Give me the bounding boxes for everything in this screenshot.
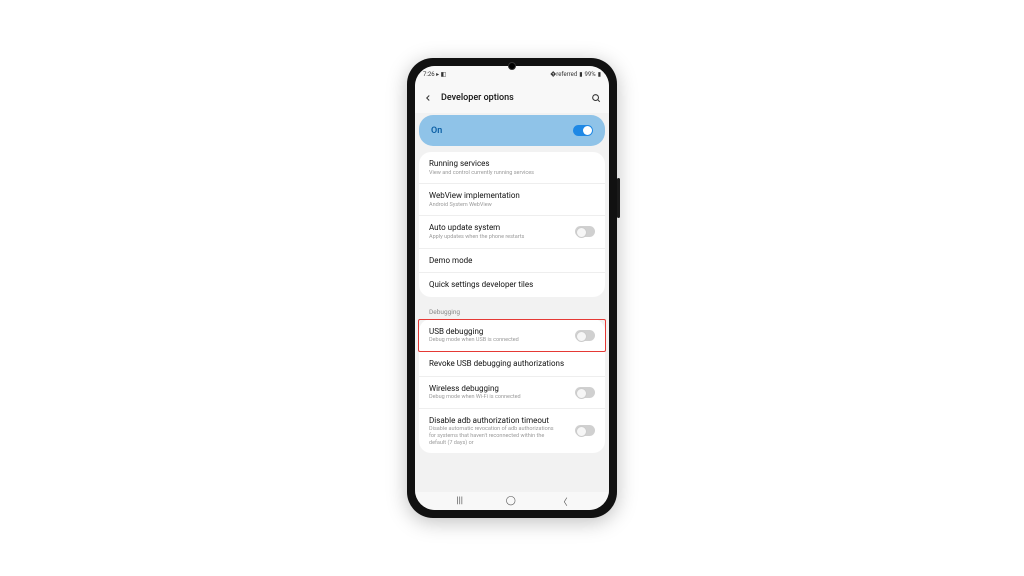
front-camera bbox=[508, 62, 516, 70]
master-toggle-switch[interactable] bbox=[573, 125, 593, 136]
adb-timeout-toggle[interactable] bbox=[575, 425, 595, 436]
settings-group-general: Running services View and control curren… bbox=[419, 152, 605, 297]
app-header: Developer options bbox=[415, 82, 609, 113]
row-title: Quick settings developer tiles bbox=[429, 280, 533, 290]
nav-home-icon[interactable]: ◯ bbox=[506, 496, 516, 506]
row-demo-mode[interactable]: Demo mode bbox=[419, 249, 605, 274]
row-running-services[interactable]: Running services View and control curren… bbox=[419, 152, 605, 184]
row-title: Wireless debugging bbox=[429, 384, 521, 394]
battery-icon: ▮ bbox=[598, 71, 601, 78]
row-revoke-usb[interactable]: Revoke USB debugging authorizations bbox=[419, 352, 605, 377]
section-header-debugging: Debugging bbox=[419, 303, 605, 319]
nav-recents-icon[interactable]: ||| bbox=[456, 496, 463, 506]
row-title: USB debugging bbox=[429, 327, 519, 337]
settings-group-debugging: USB debugging Debug mode when USB is con… bbox=[419, 319, 605, 453]
row-auto-update[interactable]: Auto update system Apply updates when th… bbox=[419, 216, 605, 248]
auto-update-toggle[interactable] bbox=[575, 226, 595, 237]
wireless-debugging-toggle[interactable] bbox=[575, 387, 595, 398]
phone-frame: 7:26 ▸ ◧ �referred ▮ 99% ▮ Developer opt… bbox=[407, 58, 617, 518]
back-icon[interactable] bbox=[423, 88, 433, 107]
master-toggle-label: On bbox=[431, 126, 442, 136]
settings-list[interactable]: Running services View and control curren… bbox=[415, 152, 609, 492]
row-sub: Apply updates when the phone restarts bbox=[429, 234, 524, 241]
row-sub: Debug mode when USB is connected bbox=[429, 337, 519, 344]
row-title: Disable adb authorization timeout bbox=[429, 416, 559, 426]
row-title: Demo mode bbox=[429, 256, 472, 266]
nav-back-icon[interactable]: 〈 bbox=[559, 495, 568, 508]
status-right: �referred ▮ 99% ▮ bbox=[550, 71, 601, 78]
status-icons-left: ▸ ◧ bbox=[436, 71, 446, 78]
row-disable-adb-timeout[interactable]: Disable adb authorization timeout Disabl… bbox=[419, 409, 605, 453]
row-title: Revoke USB debugging authorizations bbox=[429, 359, 564, 369]
row-sub: Disable automatic revocation of adb auth… bbox=[429, 426, 559, 446]
search-icon[interactable] bbox=[591, 88, 601, 107]
row-quick-settings-tiles[interactable]: Quick settings developer tiles bbox=[419, 273, 605, 297]
usb-debugging-toggle[interactable] bbox=[575, 330, 595, 341]
navigation-bar: ||| ◯ 〈 bbox=[415, 492, 609, 510]
page-title: Developer options bbox=[441, 93, 583, 103]
row-title: Running services bbox=[429, 159, 534, 169]
master-toggle-banner[interactable]: On bbox=[419, 115, 605, 146]
signal-icon: ▮ bbox=[579, 71, 582, 78]
row-sub: Android System WebView bbox=[429, 202, 520, 209]
status-time: 7:26 bbox=[423, 71, 435, 78]
row-sub: View and control currently running servi… bbox=[429, 170, 534, 177]
row-title: WebView implementation bbox=[429, 191, 520, 201]
status-left: 7:26 ▸ ◧ bbox=[423, 71, 446, 78]
row-wireless-debugging[interactable]: Wireless debugging Debug mode when Wi-Fi… bbox=[419, 377, 605, 409]
row-title: Auto update system bbox=[429, 223, 524, 233]
row-webview[interactable]: WebView implementation Android System We… bbox=[419, 184, 605, 216]
screen: 7:26 ▸ ◧ �referred ▮ 99% ▮ Developer opt… bbox=[415, 66, 609, 510]
wifi-icon: �referred bbox=[550, 71, 577, 78]
row-sub: Debug mode when Wi-Fi is connected bbox=[429, 394, 521, 401]
battery-text: 99% bbox=[585, 71, 596, 78]
row-usb-debugging[interactable]: USB debugging Debug mode when USB is con… bbox=[418, 319, 606, 352]
